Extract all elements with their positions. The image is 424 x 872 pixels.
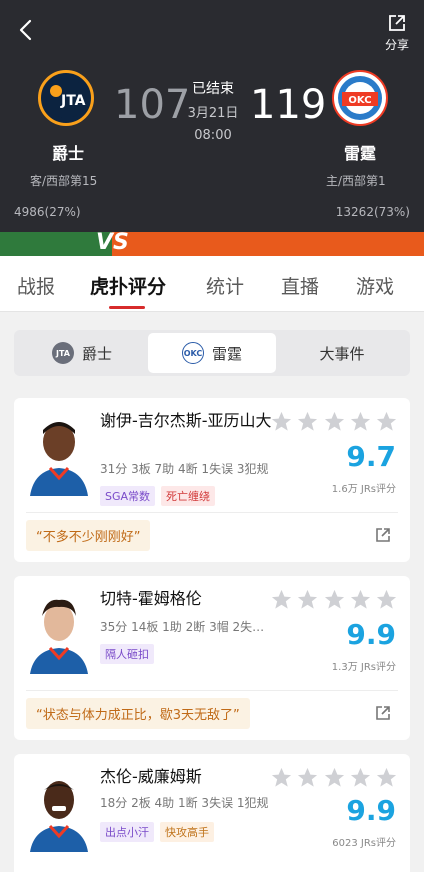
star-icon[interactable] [296,766,319,789]
card-divider [26,512,398,513]
player-avatar[interactable] [26,412,92,496]
tab-report[interactable]: 战报 [17,272,55,299]
player-tag[interactable]: SGA常数 [100,486,156,506]
svg-text:JTA: JTA [60,93,86,109]
player-card[interactable]: 杰伦-威廉姆斯 18分 2板 4助 1断 3失误 1犯规 9.9 6023 JR… [14,754,410,872]
star-icon[interactable] [375,588,398,611]
home-support-count: 13262(73%) [335,205,410,219]
star-icon[interactable] [375,766,398,789]
player-avatar[interactable] [26,768,92,852]
quote-row[interactable]: “状态与体力成正比，歇3天无敌了” [26,698,398,730]
player-tag[interactable]: 隔人砸扣 [100,644,154,664]
star-icon[interactable] [270,766,293,789]
star-icon[interactable] [349,410,372,433]
support-bar[interactable]: VS [0,230,424,256]
player-rating: 9.9 [346,618,396,651]
jazz-logo-mark: JTA [46,78,86,118]
star-icon[interactable] [375,410,398,433]
rating-stars[interactable] [270,766,398,790]
active-tab-indicator [109,306,145,309]
game-date: 3月21日 [187,106,239,121]
subtab-events[interactable]: 大事件 [278,333,406,373]
player-stats: 31分 3板 7助 4断 1失误 3犯规 [100,462,269,476]
share-button[interactable]: 分享 [382,14,412,53]
player-tag[interactable]: 死亡缠绕 [161,486,216,506]
tab-stats[interactable]: 统计 [206,272,244,299]
tab-hupu-rating[interactable]: 虎扑评分 [90,272,166,299]
player-card[interactable]: 切特-霍姆格伦 35分 14板 1助 2断 3帽 2失… 9.9 1.3万 JR… [14,576,410,740]
svg-text:OKC: OKC [348,95,371,106]
thunder-mini-logo: OKC [181,342,204,364]
player-name[interactable]: 谢伊-吉尔杰斯-亚历山大 [100,410,272,432]
thunder-logo-mark: OKC [338,76,382,120]
tab-live[interactable]: 直播 [281,272,319,299]
rating-stars[interactable] [270,410,398,434]
star-icon[interactable] [323,588,346,611]
player-card[interactable]: 谢伊-吉尔杰斯-亚历山大 31分 3板 7助 4断 1失误 3犯规 9.7 1.… [14,398,410,562]
star-icon[interactable] [270,410,293,433]
home-team-name[interactable]: 雷霆 [344,140,376,164]
home-team-rank: 主/西部第1 [326,174,386,188]
star-icon[interactable] [296,410,319,433]
away-team-name[interactable]: 爵士 [52,140,84,164]
tab-games[interactable]: 游戏 [356,272,394,299]
player-rating: 9.7 [346,440,396,473]
star-icon[interactable] [349,766,372,789]
star-icon[interactable] [349,588,372,611]
game-status: 已结束 [192,81,234,97]
rating-count: 6023 JRs评分 [332,838,396,849]
subtab-events-label: 大事件 [319,344,365,363]
subtab-jazz-label: 爵士 [81,344,112,363]
team-subtabs: JTA 爵士 OKC 雷霆 大事件 [14,330,410,376]
quote-row[interactable]: “不多不少刚刚好” [26,520,398,552]
home-score: 119 [250,82,327,128]
top-comment[interactable]: “不多不少刚刚好” [26,520,151,551]
player-tags: 出点小汗 快攻高手 [100,822,214,842]
player-photo [26,590,92,674]
player-tag[interactable]: 快攻高手 [160,822,214,842]
home-support-bar [112,232,424,256]
jazz-mini-logo: JTA [51,342,74,364]
top-comment[interactable]: “状态与体力成正比，歇3天无敌了” [26,698,250,729]
share-icon [389,15,405,31]
subtab-jazz[interactable]: JTA 爵士 [18,333,146,373]
jazz-logo[interactable]: JTA [38,70,94,126]
player-name[interactable]: 切特-霍姆格伦 [100,588,272,610]
game-time: 08:00 [194,128,232,143]
chevron-left-icon [19,19,32,41]
card-divider [26,690,398,691]
subtab-thunder[interactable]: OKC 雷霆 [148,333,276,373]
game-header: 分享 JTA 爵士 客/西部第15 107 已结束 3月21日 08:00 11… [0,0,424,232]
player-tag[interactable]: 出点小汗 [100,822,154,842]
player-photo [26,768,92,852]
main-tabs: 战报 虎扑评分 统计 直播 游戏 [0,256,424,312]
player-tags: SGA常数 死亡缠绕 [100,486,216,506]
star-icon[interactable] [323,410,346,433]
player-photo [26,412,92,496]
rating-count: 1.6万 JRs评分 [331,484,396,495]
share-label: 分享 [384,38,409,52]
back-button[interactable] [16,18,36,42]
external-link-icon[interactable] [374,704,392,722]
external-link-icon[interactable] [374,526,392,544]
star-icon[interactable] [296,588,319,611]
player-stats: 35分 14板 1助 2断 3帽 2失… [100,620,265,634]
star-icon[interactable] [323,766,346,789]
away-team-rank: 客/西部第15 [30,174,98,188]
rating-stars[interactable] [270,588,398,612]
player-rating: 9.9 [346,794,396,827]
star-icon[interactable] [270,588,293,611]
away-support-count: 4986(27%) [14,205,81,219]
player-avatar[interactable] [26,590,92,674]
vs-label: VS [96,230,129,255]
thunder-logo[interactable]: OKC [332,70,388,126]
player-stats: 18分 2板 4助 1断 3失误 1犯规 [100,796,269,810]
rating-count: 1.3万 JRs评分 [331,662,396,673]
player-name[interactable]: 杰伦-威廉姆斯 [100,766,272,788]
subtab-thunder-label: 雷霆 [211,344,242,363]
player-tags: 隔人砸扣 [100,644,154,664]
